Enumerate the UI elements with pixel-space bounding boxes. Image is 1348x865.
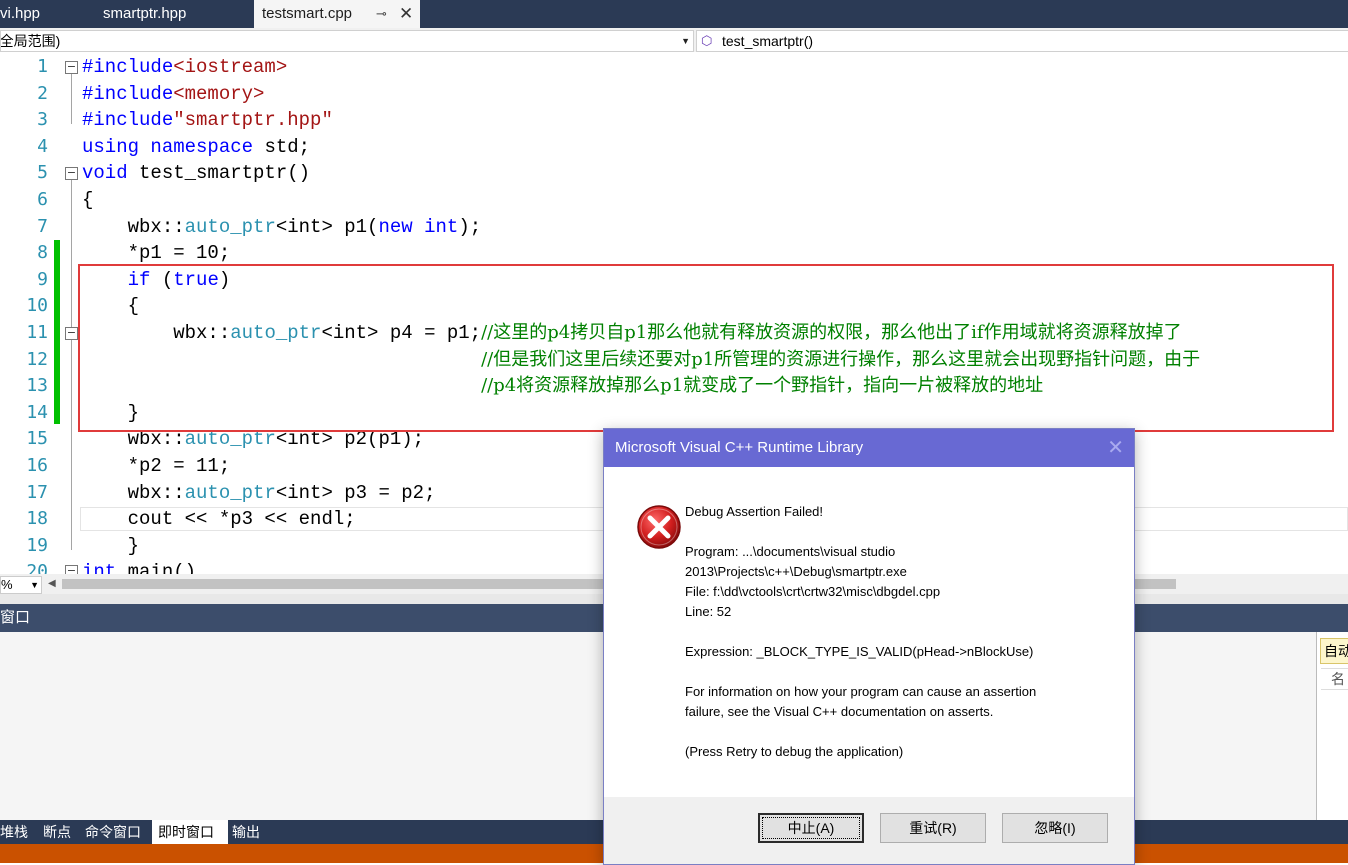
dialog-heading: Debug Assertion Failed! [685,504,824,519]
tab-vi-hpp[interactable]: vi.hpp [0,0,90,28]
scroll-left-icon[interactable]: ◀ [48,578,56,589]
member-dropdown[interactable]: ⬡ test_smartptr() [696,30,1348,52]
navigation-bar: (全局范围) ▼ ⬡ test_smartptr() [0,28,1348,53]
fold-guide [71,74,72,124]
code-line[interactable]: cout << *p3 << endl; [82,506,356,532]
tab-label: vi.hpp [0,5,41,22]
code-line[interactable]: } [82,533,139,559]
tab-breakpoints[interactable]: 断点 [43,820,79,844]
autos-panel: 自动 名 [1316,632,1348,820]
line-number: 12 [26,349,48,370]
code-line[interactable]: #include<memory> [82,81,264,107]
code-line[interactable]: *p2 = 11; [82,453,231,479]
dialog-file: File: f:\dd\vctools\crt\crtw32\misc\dbgd… [685,584,941,599]
code-line[interactable]: void test_smartptr() [82,160,310,186]
dialog-info-line2: failure, see the Visual C++ documentatio… [685,704,994,719]
line-number: 18 [26,508,48,529]
ignore-button[interactable]: 忽略(I) [1002,813,1108,843]
tab-output[interactable]: 输出 [232,820,268,844]
column-header-name[interactable]: 名 [1321,668,1348,690]
retry-button[interactable]: 重试(R) [880,813,986,843]
code-line[interactable]: wbx::auto_ptr<int> p3 = p2; [82,480,436,506]
line-number: 15 [26,428,48,449]
line-number: 6 [37,189,48,210]
code-line[interactable]: { [82,187,93,213]
dialog-info-line1: For information on how your program can … [685,684,1037,699]
tab-testsmart-cpp[interactable]: testsmart.cpp ⊸ ✕ [254,0,420,28]
member-dropdown-value: test_smartptr() [722,33,814,49]
dialog-program-line2: 2013\Projects\c++\Debug\smartptr.exe [685,564,907,579]
panel-title: 窗口 [0,609,31,626]
line-number: 19 [26,535,48,556]
line-number: 13 [26,375,48,396]
scope-dropdown[interactable]: (全局范围) ▼ [0,30,694,52]
abort-button[interactable]: 中止(A) [758,813,864,843]
collapse-icon[interactable]: − [65,565,78,574]
line-number: 5 [37,162,48,183]
fold-guide [71,180,72,550]
pin-icon[interactable]: ⊸ [376,0,387,28]
zoom-dropdown[interactable]: % ▼ [0,576,42,594]
line-number: 10 [26,295,48,316]
tab-call-stack[interactable]: 堆栈 [0,820,38,844]
line-number: 9 [37,269,48,290]
dialog-title-bar[interactable]: Microsoft Visual C++ Runtime Library ✕ [604,429,1134,467]
tab-immediate-window[interactable]: 即时窗口 [152,820,228,844]
method-cube-icon: ⬡ [701,33,713,48]
line-number: 14 [26,402,48,423]
dialog-retry-hint: (Press Retry to debug the application) [685,744,904,759]
line-number: 4 [37,136,48,157]
line-number: 1 [37,56,48,77]
code-line[interactable]: int main() [82,559,196,574]
collapse-icon[interactable]: − [65,61,78,74]
collapse-icon[interactable]: − [65,167,78,180]
change-indicator [54,240,60,424]
tab-command-window[interactable]: 命令窗口 [85,820,147,844]
tab-label: testsmart.cpp [262,5,353,22]
tab-label: smartptr.hpp [103,5,187,22]
line-number: 3 [37,109,48,130]
dialog-program-line1: Program: ...\documents\visual studio [685,544,896,559]
line-number: 11 [26,322,48,343]
annotation-highlight-box [78,264,1334,432]
code-line[interactable]: *p1 = 10; [82,240,231,266]
tab-smartptr-hpp[interactable]: smartptr.hpp [103,0,243,28]
line-number: 20 [26,561,48,574]
line-number: 16 [26,455,48,476]
close-icon[interactable]: ✕ [399,0,413,28]
assertion-dialog: Microsoft Visual C++ Runtime Library ✕ D… [603,428,1135,865]
line-number: 2 [37,83,48,104]
line-number: 8 [37,242,48,263]
close-icon[interactable]: ✕ [1107,429,1124,467]
code-line[interactable]: #include<iostream> [82,54,287,80]
tab-autos[interactable]: 自动 [1320,638,1348,664]
line-number: 17 [26,482,48,503]
dialog-line: Line: 52 [685,604,732,619]
chevron-down-icon: ▼ [30,580,39,590]
line-number: 7 [37,216,48,237]
document-tab-strip: vi.hpp smartptr.hpp testsmart.cpp ⊸ ✕ [0,0,1348,28]
code-line[interactable]: using namespace std; [82,134,310,160]
code-line[interactable]: wbx::auto_ptr<int> p1(new int); [82,214,482,240]
error-icon [637,505,681,549]
dialog-button-bar: 中止(A) 重试(R) 忽略(I) [604,797,1134,864]
code-line[interactable]: #include"smartptr.hpp" [82,107,333,133]
dialog-title: Microsoft Visual C++ Runtime Library [615,439,864,456]
zoom-value: % [1,577,13,592]
dialog-expression: Expression: _BLOCK_TYPE_IS_VALID(pHead->… [685,644,1034,659]
chevron-down-icon: ▼ [681,36,690,46]
collapse-icon[interactable]: − [65,327,78,340]
scope-dropdown-value: (全局范围) [0,33,61,49]
